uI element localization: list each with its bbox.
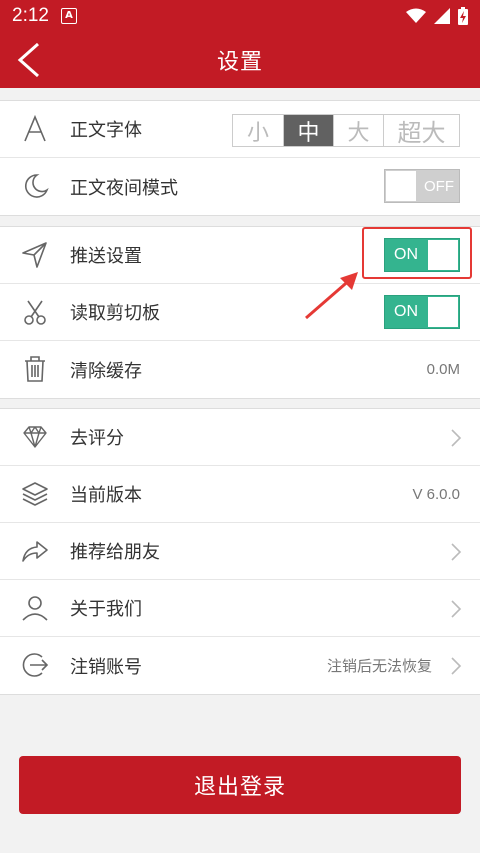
font-icon — [24, 114, 46, 142]
font-size-selector: 小 中 大 超大 — [232, 114, 460, 147]
version-label: 当前版本 — [70, 485, 142, 506]
status-time: 2:12 — [12, 5, 49, 26]
version-row: 当前版本 V 6.0.0 — [0, 466, 480, 523]
rate-label: 去评分 — [70, 428, 124, 449]
logout-button[interactable]: 退出登录 — [19, 756, 461, 814]
toggle-state: OFF — [424, 177, 454, 195]
clear-cache-label: 清除缓存 — [70, 360, 142, 382]
layers-icon — [22, 482, 48, 506]
notification-icon: A — [60, 8, 77, 24]
signal-icon — [434, 8, 450, 24]
font-size-large[interactable]: 大 — [333, 115, 383, 146]
clear-cache-row[interactable]: 清除缓存 0.0M — [0, 341, 480, 398]
recommend-label: 推荐给朋友 — [70, 542, 160, 563]
font-size-medium[interactable]: 中 — [283, 115, 333, 146]
font-size-xlarge[interactable]: 超大 — [383, 115, 459, 147]
trash-icon — [25, 356, 45, 382]
font-size-small[interactable]: 小 — [233, 115, 283, 146]
battery-icon — [458, 7, 468, 25]
clipboard-row: 读取剪切板 ON — [0, 284, 480, 341]
scissors-icon — [24, 300, 46, 325]
clipboard-toggle[interactable]: ON — [384, 295, 460, 329]
font-size-label: 正文字体 — [70, 120, 142, 141]
chevron-right-icon — [451, 600, 462, 618]
send-icon — [22, 242, 47, 268]
wifi-icon — [406, 8, 426, 23]
reading-settings-section: 正文字体 小 中 大 超大 正文夜间模式 OFF — [0, 100, 480, 216]
push-settings-label: 推送设置 — [70, 246, 142, 267]
about-section: 去评分 当前版本 V 6.0.0 推荐给朋友 关于我们 注销账号 注销后无法恢复 — [0, 408, 480, 695]
clipboard-label: 读取剪切板 — [70, 303, 160, 324]
status-icons — [406, 7, 468, 25]
chevron-right-icon — [451, 543, 462, 561]
version-value: V 6.0.0 — [412, 485, 460, 503]
chevron-right-icon — [451, 657, 462, 675]
diamond-icon — [23, 426, 47, 448]
night-mode-label: 正文夜间模式 — [70, 177, 178, 199]
cache-size: 0.0M — [426, 361, 460, 378]
page-title: 设置 — [216, 50, 263, 75]
deregister-label: 注销账号 — [70, 656, 142, 678]
chevron-right-icon — [451, 429, 462, 447]
recommend-row[interactable]: 推荐给朋友 — [0, 523, 480, 580]
toggle-knob — [386, 171, 416, 201]
back-arrow-icon[interactable] — [14, 42, 46, 78]
moon-icon — [25, 174, 49, 198]
toggle-knob — [428, 297, 458, 327]
app-bar: 设置 — [0, 32, 480, 88]
annotation-arrow-icon — [305, 272, 358, 320]
share-icon — [22, 541, 48, 562]
night-mode-row: 正文夜间模式 OFF — [0, 158, 480, 215]
about-us-label: 关于我们 — [70, 599, 142, 620]
deregister-row[interactable]: 注销账号 注销后无法恢复 — [0, 637, 480, 694]
toggle-state: ON — [394, 303, 418, 320]
about-us-row[interactable]: 关于我们 — [0, 580, 480, 637]
status-bar: 2:12 A — [0, 0, 480, 32]
logout-icon — [22, 653, 49, 677]
rate-row[interactable]: 去评分 — [0, 409, 480, 466]
font-size-row: 正文字体 小 中 大 超大 — [0, 101, 480, 158]
deregister-note: 注销后无法恢复 — [326, 657, 432, 675]
night-mode-toggle[interactable]: OFF — [384, 169, 460, 203]
user-icon — [22, 596, 48, 621]
highlight-box — [362, 227, 472, 279]
